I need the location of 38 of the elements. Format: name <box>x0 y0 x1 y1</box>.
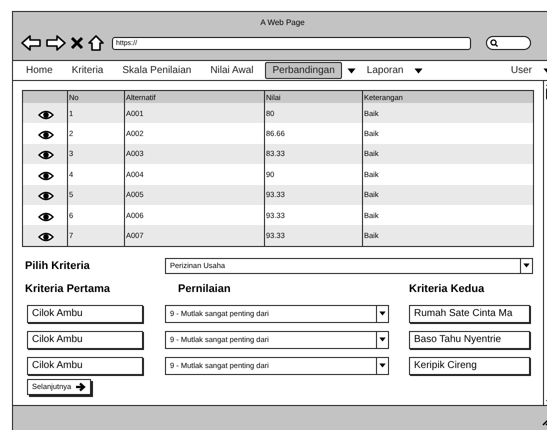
menu-item[interactable]: Kriteria <box>64 62 110 79</box>
eye-icon[interactable] <box>38 212 54 222</box>
home-icon[interactable] <box>87 34 105 52</box>
column-heading: Kriteria Pertama <box>25 282 111 295</box>
text-field[interactable]: Rumah Sate Cinta Ma <box>409 304 530 323</box>
menu-item[interactable]: Skala Penilaian <box>115 62 198 79</box>
back-arrow-icon[interactable] <box>20 34 42 52</box>
menu-item[interactable]: Nilai Awal <box>203 62 260 79</box>
caret-icon <box>379 363 386 368</box>
eye-icon[interactable] <box>38 170 54 181</box>
close-icon[interactable] <box>70 35 84 51</box>
caret-icon <box>346 68 356 74</box>
eye-icon[interactable] <box>38 232 54 242</box>
menu-item[interactable]: User <box>504 62 539 79</box>
eye-icon[interactable] <box>38 191 54 202</box>
column-heading: Pernilaian <box>177 282 232 295</box>
window-title: A Web Page <box>259 17 306 28</box>
eye-icon[interactable] <box>38 130 54 140</box>
caret-icon <box>523 263 530 268</box>
text-field[interactable]: Cilok Ambu <box>27 330 143 349</box>
caret-icon <box>379 337 386 342</box>
menu-item[interactable]: Laporan <box>360 62 410 79</box>
field-label: Pilih Kriteria <box>25 260 91 272</box>
caret-icon <box>414 68 424 74</box>
menu-item[interactable]: Perbandingan <box>265 62 342 79</box>
text-field[interactable]: Baso Tahu Nyentrie <box>409 330 530 349</box>
caret-icon <box>379 311 386 316</box>
forward-arrow-icon[interactable] <box>45 34 67 52</box>
eye-icon[interactable] <box>38 110 54 120</box>
text-field[interactable]: Cilok Ambu <box>27 356 143 375</box>
right-arrow-icon <box>75 382 86 392</box>
eye-icon[interactable] <box>38 150 54 160</box>
menu-item[interactable]: Home <box>19 62 60 79</box>
text-field[interactable]: Keripik Cireng <box>409 356 530 375</box>
search-icon <box>490 39 498 47</box>
search-field[interactable] <box>486 36 531 50</box>
text-field[interactable]: Cilok Ambu <box>27 304 143 323</box>
column-heading: Kriteria Kedua <box>409 282 486 295</box>
